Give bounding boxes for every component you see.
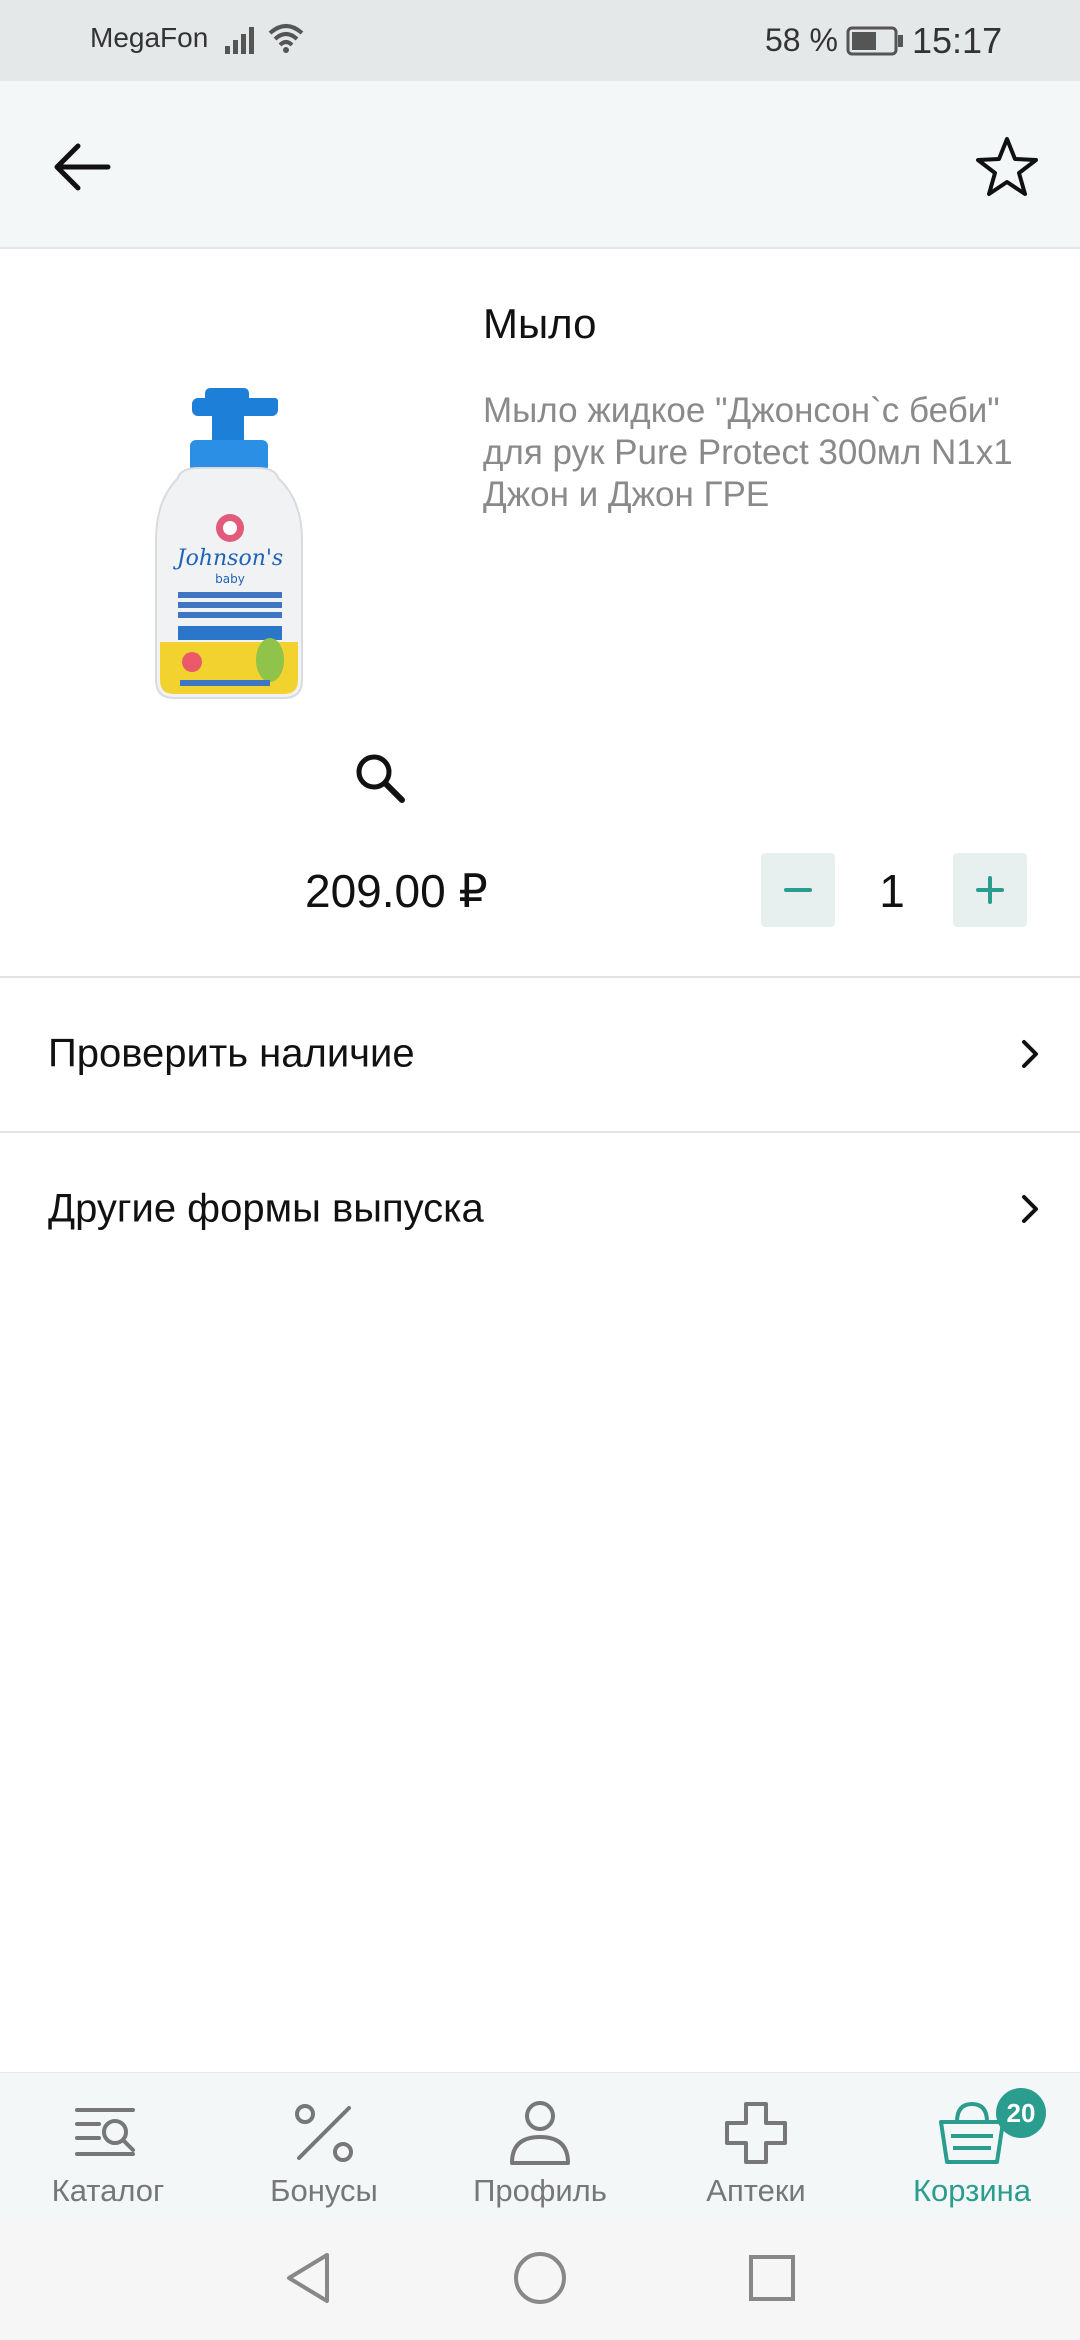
app-bar xyxy=(0,81,1080,249)
nav-label: Аптеки xyxy=(706,2173,806,2208)
product-price: 209.00 ₽ xyxy=(305,865,488,917)
square-recents-icon xyxy=(749,2255,795,2301)
magnifier-icon xyxy=(356,754,405,803)
other-forms-row[interactable]: Другие формы выпуска xyxy=(0,1133,1080,1285)
svg-text:baby: baby xyxy=(215,572,245,586)
row-label: Другие формы выпуска xyxy=(48,1186,484,1231)
product-title: Мыло xyxy=(483,300,597,347)
clock: 15:17 xyxy=(912,20,1003,61)
quantity-value: 1 xyxy=(879,865,905,917)
chevron-right-icon xyxy=(1022,1195,1038,1223)
nav-label: Профиль xyxy=(473,2173,607,2208)
carrier-name: MegaFon xyxy=(90,22,209,53)
nav-label: Корзина xyxy=(912,2173,1032,2208)
quantity-decrease-button[interactable] xyxy=(761,853,835,927)
nav-bonuses[interactable]: Бонусы xyxy=(224,2073,424,2219)
system-home-button[interactable] xyxy=(510,2248,570,2308)
back-button[interactable] xyxy=(42,131,122,203)
quantity-increase-button[interactable] xyxy=(953,853,1027,927)
plus-icon xyxy=(976,876,1004,904)
pharmacy-cross-icon xyxy=(716,2097,796,2169)
person-icon xyxy=(500,2097,580,2169)
triangle-back-icon xyxy=(287,2253,329,2303)
battery-percent: 58 % xyxy=(765,22,838,58)
product-bottle-image: Johnson's baby xyxy=(155,388,303,699)
system-recents-button[interactable] xyxy=(742,2248,802,2308)
product-description: Мыло жидкое "Джонсон`с беби" для рук Pur… xyxy=(483,391,1013,514)
battery-icon xyxy=(846,26,904,61)
nav-label: Бонусы xyxy=(270,2173,378,2208)
nav-label: Каталог xyxy=(51,2173,165,2208)
nav-profile[interactable]: Профиль xyxy=(440,2073,640,2219)
nav-pharmacies[interactable]: Аптеки xyxy=(656,2073,856,2219)
row-label: Проверить наличие xyxy=(48,1031,415,1076)
bottom-navigation: Каталог Бонусы Профиль Аптеки Корзина xyxy=(0,2072,1080,2218)
status-bar: MegaFon 58 % 15:17 xyxy=(0,0,1080,81)
signal-icon xyxy=(224,24,260,59)
chevron-right-icon xyxy=(1022,1040,1038,1068)
catalog-icon xyxy=(68,2097,148,2169)
zoom-button[interactable] xyxy=(350,748,410,808)
favorite-button[interactable] xyxy=(966,127,1048,207)
arrow-left-icon xyxy=(54,143,111,191)
wifi-icon xyxy=(266,22,306,59)
system-back-button[interactable] xyxy=(278,2248,338,2308)
cart-count-badge: 20 xyxy=(996,2088,1046,2138)
system-navigation-bar xyxy=(0,2218,1080,2340)
minus-icon xyxy=(784,888,812,892)
star-outline-icon xyxy=(976,137,1038,196)
nav-cart[interactable]: Корзина xyxy=(872,2073,1072,2219)
percent-icon xyxy=(284,2097,364,2169)
check-availability-row[interactable]: Проверить наличие xyxy=(0,978,1080,1130)
nav-catalog[interactable]: Каталог xyxy=(8,2073,208,2219)
svg-text:Johnson's: Johnson's xyxy=(173,546,283,571)
circle-home-icon xyxy=(514,2252,566,2304)
product-image[interactable]: Johnson's baby xyxy=(80,380,340,710)
